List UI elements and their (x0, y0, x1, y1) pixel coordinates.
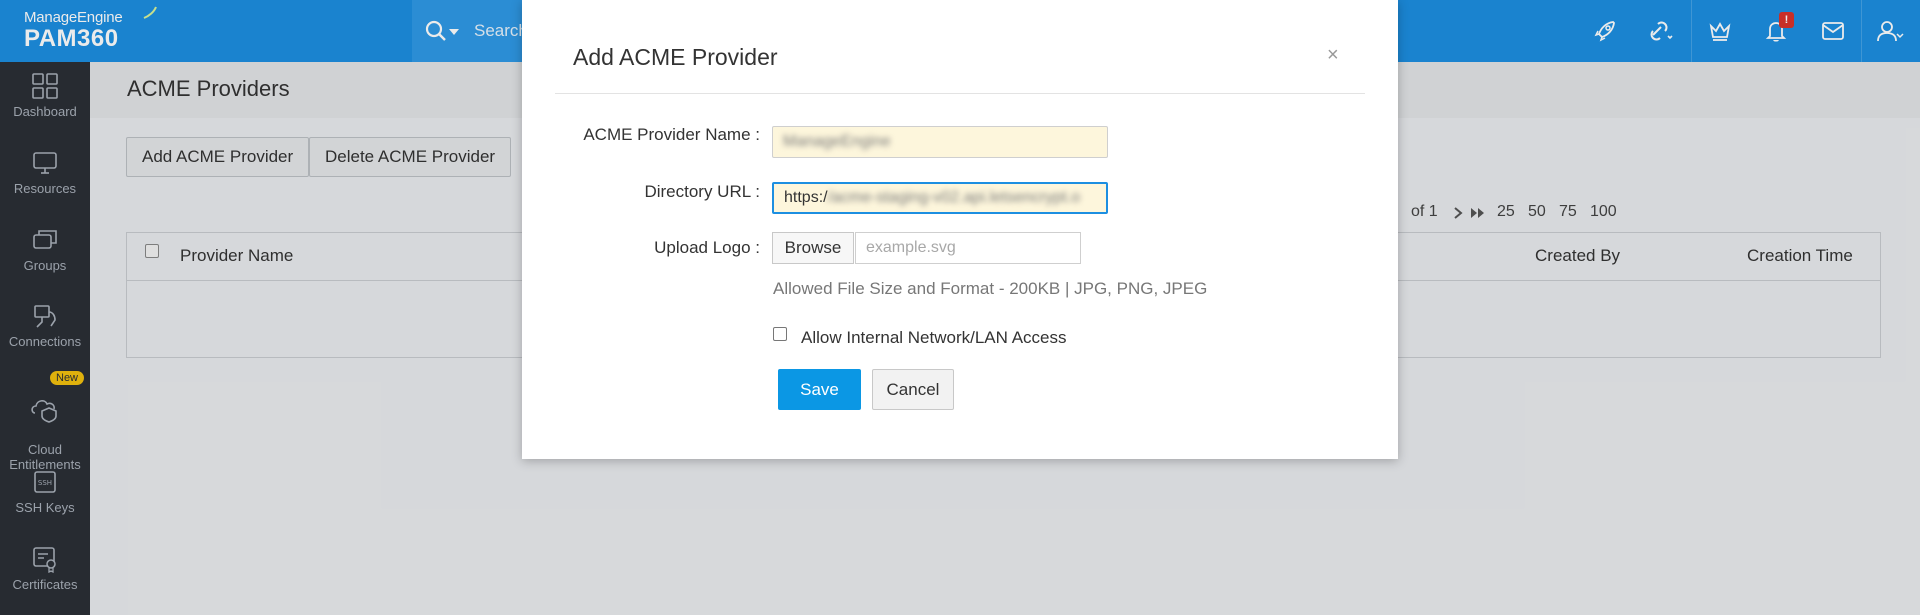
dialog-divider (555, 93, 1365, 94)
directory-url-input[interactable]: https://acme-staging-v02.api.letsencrypt… (772, 182, 1108, 214)
upload-logo-label: Upload Logo : (654, 238, 760, 257)
save-button[interactable]: Save (778, 369, 861, 410)
directory-url-prefix: https:/ (784, 189, 828, 206)
browse-button[interactable]: Browse (772, 232, 854, 264)
cancel-button[interactable]: Cancel (872, 369, 954, 410)
lan-access-label[interactable]: Allow Internal Network/LAN Access (801, 328, 1067, 348)
logo-file-input[interactable]: example.svg (855, 232, 1081, 264)
close-icon[interactable]: × (1327, 45, 1339, 65)
directory-url-value: /acme-staging-v02.api.letsencrypt.o (827, 189, 1081, 206)
lan-access-checkbox[interactable] (773, 327, 787, 341)
file-format-hint: Allowed File Size and Format - 200KB | J… (773, 279, 1208, 298)
provider-name-label: ACME Provider Name : (583, 125, 760, 144)
add-acme-provider-dialog: Add ACME Provider × ACME Provider Name :… (522, 0, 1398, 459)
provider-name-input[interactable]: ManageEngine (772, 126, 1108, 158)
dialog-title: Add ACME Provider (573, 44, 778, 70)
directory-url-label: Directory URL : (644, 182, 760, 201)
provider-name-value: ManageEngine (783, 133, 891, 150)
